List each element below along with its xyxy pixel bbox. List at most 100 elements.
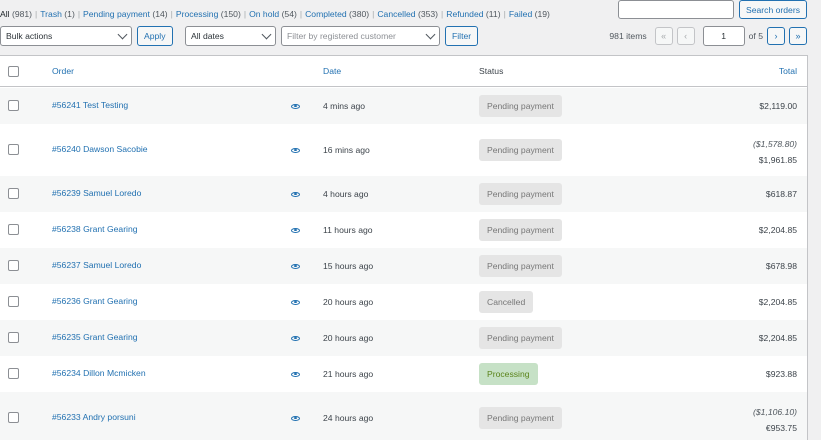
order-total: $2,204.85 [758, 225, 797, 235]
apply-button[interactable]: Apply [137, 26, 173, 46]
order-link[interactable]: #56241 Test Testing [52, 100, 128, 110]
filter-on-hold[interactable]: On hold (54) [249, 9, 297, 19]
order-total-cell: ($1,578.80) $1,961.85 [753, 136, 797, 168]
search-box: Search orders [618, 0, 807, 19]
chevron-down-icon [117, 29, 128, 40]
table-row[interactable]: #56241 Test Testing 4 mins ago Pending p… [0, 88, 807, 124]
status-badge: Pending payment [479, 407, 562, 429]
order-link[interactable]: #56239 Samuel Loredo [52, 188, 141, 198]
order-link[interactable]: #56237 Samuel Loredo [52, 260, 141, 270]
table-row[interactable]: #56235 Grant Gearing 20 hours ago Pendin… [0, 320, 807, 356]
table-row[interactable]: #56234 Dillon Mcmicken 21 hours ago Proc… [0, 356, 807, 392]
row-checkbox[interactable] [8, 144, 19, 155]
prev-page-button: ‹ [676, 27, 695, 45]
dates-select[interactable]: All dates [185, 26, 276, 46]
order-date: 4 hours ago [323, 189, 369, 199]
order-date: 16 mins ago [323, 145, 370, 155]
dates-label: All dates [191, 31, 224, 41]
select-all-checkbox[interactable] [8, 66, 19, 77]
eye-icon[interactable] [291, 336, 300, 341]
next-page-button[interactable]: › [767, 27, 785, 45]
status-badge: Cancelled [479, 291, 534, 313]
status-filter-links: All (981) | Trash (1) | Pending payment (14)… [0, 9, 550, 19]
filter-cancelled[interactable]: Cancelled (353) [377, 9, 438, 19]
filter-processing[interactable]: Processing (150) [176, 9, 241, 19]
order-total: €953.75 [765, 423, 797, 433]
status-badge: Processing [479, 363, 538, 385]
order-link[interactable]: #56238 Grant Gearing [52, 224, 138, 234]
column-date[interactable]: Date [323, 66, 341, 76]
current-page-input[interactable]: 1 [702, 26, 745, 46]
row-checkbox[interactable] [8, 296, 19, 307]
table-row[interactable]: #56237 Samuel Loredo 15 hours ago Pendin… [0, 248, 807, 284]
row-checkbox[interactable] [8, 188, 19, 199]
chevron-down-icon [261, 29, 272, 40]
column-status: Status [479, 66, 504, 76]
order-date: 24 hours ago [323, 413, 374, 423]
eye-icon[interactable] [291, 372, 300, 377]
customer-filter-placeholder: Filter by registered customer [287, 31, 396, 41]
filter-completed[interactable]: Completed (380) [305, 9, 369, 19]
search-input[interactable] [618, 0, 735, 19]
column-order[interactable]: Order [52, 66, 74, 76]
order-date: 20 hours ago [323, 333, 374, 343]
order-total-cell: ($1,106.10) €953.75 [753, 404, 797, 436]
filter-all[interactable]: All (981) [0, 9, 32, 19]
order-date: 21 hours ago [323, 369, 374, 379]
order-link[interactable]: #56236 Grant Gearing [52, 296, 138, 306]
search-orders-button[interactable]: Search orders [739, 0, 807, 19]
status-badge: Pending payment [479, 95, 562, 117]
bulk-actions-label: Bulk actions [6, 31, 53, 41]
order-total: $923.88 [765, 369, 797, 379]
pagination: 981 items « ‹ 1 of 5 › » [609, 26, 807, 46]
row-checkbox[interactable] [8, 260, 19, 271]
filter-failed[interactable]: Failed (19) [509, 9, 550, 19]
table-row[interactable]: #56238 Grant Gearing 11 hours ago Pendin… [0, 212, 807, 248]
order-date: 11 hours ago [323, 225, 373, 235]
eye-icon[interactable] [291, 104, 300, 109]
eye-icon[interactable] [291, 192, 300, 197]
last-page-button[interactable]: » [789, 27, 807, 45]
eye-icon[interactable] [291, 300, 300, 305]
customer-filter-select[interactable]: Filter by registered customer [281, 26, 440, 46]
column-total[interactable]: Total [779, 66, 797, 76]
row-checkbox[interactable] [8, 224, 19, 235]
status-badge: Pending payment [479, 255, 562, 277]
filter-button[interactable]: Filter [445, 26, 479, 46]
orders-table: Order Date Status Total #56241 Test Test… [0, 55, 808, 440]
filter-pending-payment[interactable]: Pending payment (14) [83, 9, 168, 19]
order-total: $2,204.85 [758, 333, 797, 343]
order-total: $1,961.85 [758, 155, 797, 165]
order-total: $618.87 [765, 189, 797, 199]
table-row[interactable]: #56239 Samuel Loredo 4 hours ago Pending… [0, 176, 807, 212]
table-row[interactable]: #56236 Grant Gearing 20 hours ago Cancel… [0, 284, 807, 320]
bulk-actions-select[interactable]: Bulk actions [0, 26, 132, 46]
order-link[interactable]: #56240 Dawson Sacobie [52, 144, 148, 154]
order-date: 15 hours ago [323, 261, 374, 271]
table-row[interactable]: #56233 Andry porsuni 24 hours ago Pendin… [0, 392, 807, 440]
status-badge: Pending payment [479, 139, 562, 161]
table-row[interactable]: #56240 Dawson Sacobie 16 mins ago Pendin… [0, 124, 807, 176]
refund-amount: ($1,106.10) [753, 407, 797, 417]
row-checkbox[interactable] [8, 412, 19, 423]
row-checkbox[interactable] [8, 332, 19, 343]
eye-icon[interactable] [291, 264, 300, 269]
row-checkbox[interactable] [8, 368, 19, 379]
filter-refunded[interactable]: Refunded (11) [446, 9, 500, 19]
status-badge: Pending payment [479, 327, 562, 349]
table-header: Order Date Status Total [0, 56, 807, 87]
chevron-down-icon [425, 29, 436, 40]
eye-icon[interactable] [291, 148, 300, 153]
eye-icon[interactable] [291, 416, 300, 421]
order-total: $678.98 [765, 261, 797, 271]
order-date: 20 hours ago [323, 297, 374, 307]
order-link[interactable]: #56235 Grant Gearing [52, 332, 138, 342]
total-pages: of 5 [748, 31, 763, 41]
status-badge: Pending payment [479, 183, 562, 205]
row-checkbox[interactable] [8, 100, 19, 111]
order-link[interactable]: #56233 Andry porsuni [52, 412, 136, 422]
eye-icon[interactable] [291, 228, 300, 233]
filter-trash[interactable]: Trash (1) [40, 9, 75, 19]
first-page-button: « [654, 27, 673, 45]
order-link[interactable]: #56234 Dillon Mcmicken [52, 368, 146, 378]
